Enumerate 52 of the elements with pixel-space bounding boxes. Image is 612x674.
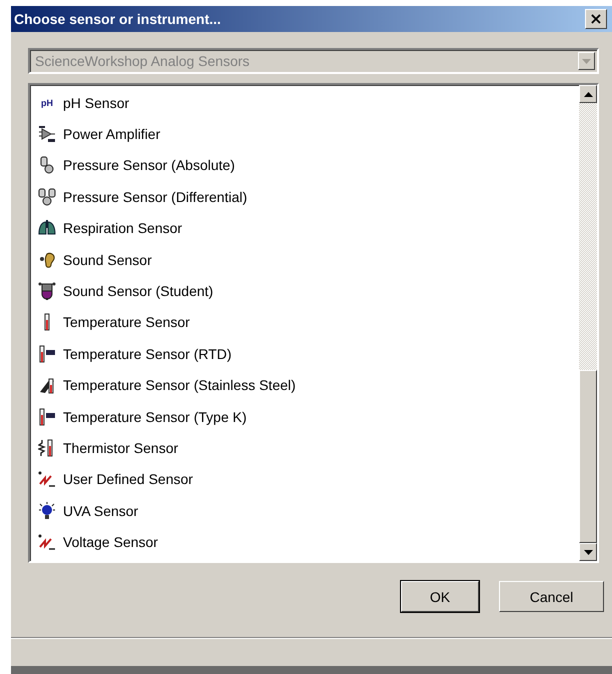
amplifier-icon: [38, 125, 56, 144]
sensor-name: Voltage Sensor: [63, 534, 158, 550]
wave-icon: [38, 533, 56, 552]
scrollbar[interactable]: [579, 85, 597, 561]
cancel-button[interactable]: Cancel: [499, 581, 604, 612]
wave-icon: [38, 470, 56, 488]
sensor-name: Sound Sensor (Student): [63, 283, 214, 300]
sensor-item[interactable]: Temperature Sensor (RTD): [37, 338, 579, 370]
sensor-item[interactable]: Pressure Sensor (Differential): [37, 181, 579, 213]
scroll-thumb[interactable]: [579, 370, 597, 543]
ph-label: pH: [41, 98, 53, 108]
sensor-item[interactable]: Respiration Sensor: [37, 212, 579, 244]
light-bulb-icon: [38, 502, 56, 520]
sensor-name: Power Amplifier: [63, 126, 160, 142]
sensor-item[interactable]: pH pH Sensor: [37, 87, 579, 118]
sensor-item[interactable]: Voltage Sensor: [37, 526, 579, 558]
sensor-item[interactable]: UVA Sensor: [37, 495, 579, 526]
sensor-item[interactable]: Temperature Sensor (Stainless Steel): [37, 370, 579, 401]
sensor-name: UVA Sensor: [63, 502, 138, 519]
sensor-name: Temperature Sensor (RTD): [63, 346, 232, 362]
pressure-gauge-icon: [38, 156, 56, 174]
sensor-name: Temperature Sensor (Type K): [63, 408, 247, 425]
microphone-icon: [38, 282, 56, 300]
sensor-name: pH Sensor: [63, 94, 130, 111]
thermometer-icon: [44, 313, 50, 332]
sensor-name: Pressure Sensor (Absolute): [63, 157, 235, 174]
thermometer-icon: [38, 344, 56, 363]
probe-icon: [38, 376, 56, 394]
ear-icon: [38, 250, 56, 269]
sensor-name: Temperature Sensor (Stainless Steel): [63, 377, 296, 394]
sensor-name: Respiration Sensor: [63, 220, 182, 236]
lungs-icon: [38, 219, 56, 238]
sensor-item[interactable]: Pressure Sensor (Absolute): [37, 150, 579, 182]
close-button[interactable]: ×: [585, 9, 607, 29]
sensor-name: User Defined Sensor: [63, 471, 193, 488]
sensor-item[interactable]: Sound Sensor (Student): [37, 275, 579, 307]
sensor-item[interactable]: Temperature Sensor: [37, 306, 579, 338]
sensor-name: Thermistor Sensor: [63, 440, 178, 456]
window-title: Choose sensor or instrument...: [14, 11, 221, 27]
sensor-name: Sound Sensor: [63, 252, 152, 268]
sensor-item[interactable]: User Defined Sensor: [37, 464, 579, 496]
scroll-down-icon[interactable]: [579, 543, 597, 561]
sensor-item[interactable]: Sound Sensor: [37, 244, 579, 276]
sensor-item[interactable]: Thermistor Sensor: [37, 432, 579, 464]
pressure-gauge-icon: [38, 188, 56, 206]
sensor-item[interactable]: Power Amplifier: [37, 118, 579, 150]
thermometer-icon: [38, 408, 56, 426]
sensor-name: Pressure Sensor (Differential): [63, 188, 248, 205]
scroll-up-icon[interactable]: [579, 85, 597, 103]
sensor-item[interactable]: Temperature Sensor (Type K): [37, 400, 579, 432]
ok-button[interactable]: OK: [401, 581, 479, 612]
sensor-name: Temperature Sensor: [63, 314, 190, 330]
